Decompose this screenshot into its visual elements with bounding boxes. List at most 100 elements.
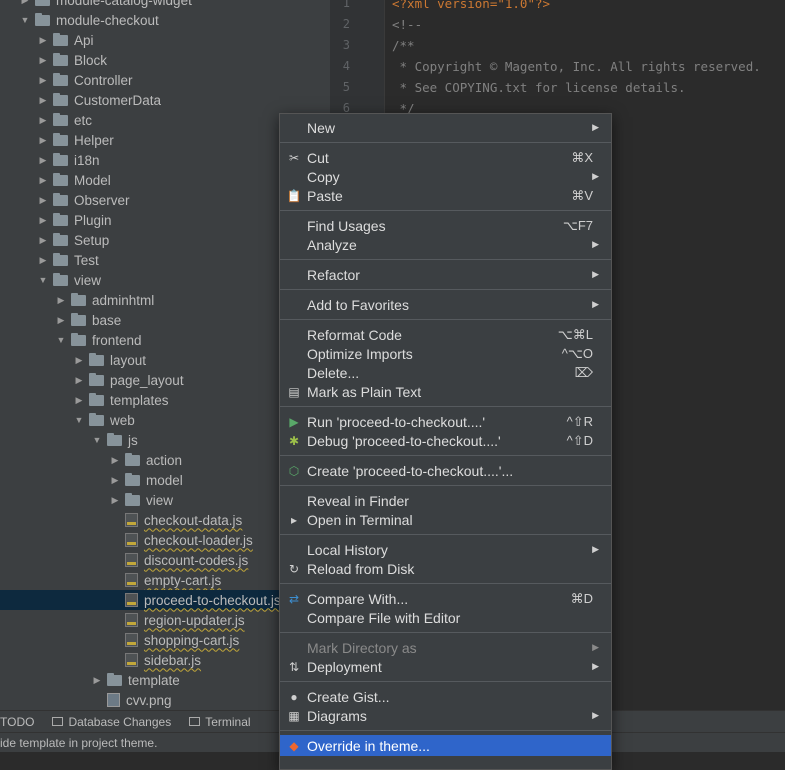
menu-item-reload-from-disk[interactable]: ↻ Reload from Disk <box>280 559 611 578</box>
javascript-file-icon <box>125 573 138 587</box>
folder-icon <box>125 452 140 466</box>
collapsed-arrow-icon[interactable]: ▶ <box>36 135 50 146</box>
collapsed-arrow-icon[interactable]: ▶ <box>36 215 50 226</box>
javascript-file-icon <box>125 613 138 627</box>
collapsed-arrow-icon[interactable]: ▶ <box>36 35 50 46</box>
menu-item-compare-with[interactable]: ⇄ Compare With... ⌘D <box>280 589 611 608</box>
submenu-arrow-icon: ▶ <box>592 171 599 181</box>
menu-item-open-in-terminal[interactable]: ▸ Open in Terminal <box>280 510 611 529</box>
folder-icon <box>71 332 86 346</box>
collapsed-arrow-icon[interactable]: ▶ <box>36 175 50 186</box>
collapsed-arrow-icon[interactable]: ▶ <box>54 315 68 326</box>
menu-item-label: Override in theme... <box>307 737 430 754</box>
database-changes-tool-button[interactable]: Database Changes <box>52 715 171 729</box>
collapsed-arrow-icon[interactable]: ▶ <box>36 235 50 246</box>
nodejs-icon: ⬡ <box>288 463 300 478</box>
menu-item-copy[interactable]: Copy ▶ <box>280 167 611 186</box>
collapsed-arrow-icon[interactable]: ▶ <box>36 255 50 266</box>
collapsed-arrow-icon[interactable]: ▶ <box>36 195 50 206</box>
expanded-arrow-icon[interactable]: ▼ <box>36 275 50 285</box>
folder-icon <box>71 312 86 326</box>
tree-folder-item[interactable]: ▼ module-checkout <box>0 10 330 30</box>
menu-item-analyze[interactable]: Analyze ▶ <box>280 235 611 254</box>
collapsed-arrow-icon[interactable]: ▶ <box>72 395 86 406</box>
collapsed-arrow-icon[interactable]: ▶ <box>108 475 122 486</box>
menu-item-diagrams[interactable]: ▦ Diagrams ▶ <box>280 706 611 725</box>
expanded-arrow-icon[interactable]: ▼ <box>54 335 68 345</box>
menu-item-mark-as-plain-text[interactable]: ▤ Mark as Plain Text <box>280 382 611 401</box>
menu-item-paste[interactable]: 📋 Paste ⌘V <box>280 186 611 205</box>
submenu-arrow-icon: ▶ <box>592 299 599 309</box>
todo-label: TODO <box>0 714 35 729</box>
collapsed-arrow-icon[interactable]: ▶ <box>108 495 122 506</box>
menu-item-find-usages[interactable]: Find Usages ⌥F7 <box>280 216 611 235</box>
collapsed-arrow-icon[interactable]: ▶ <box>108 455 122 466</box>
menu-item-deployment[interactable]: ⇅ Deployment ▶ <box>280 657 611 676</box>
menu-item-label: Debug 'proceed-to-checkout....' <box>307 432 501 449</box>
menu-item-cut[interactable]: ✂ Cut ⌘X <box>280 148 611 167</box>
menu-item-override-in-theme[interactable]: ◆ Override in theme... <box>280 735 611 756</box>
menu-item-reformat-code[interactable]: Reformat Code ⌥⌘L <box>280 325 611 344</box>
menu-item-label: Run 'proceed-to-checkout....' <box>307 413 486 430</box>
expanded-arrow-icon[interactable]: ▼ <box>90 435 104 445</box>
deployment-icon: ⇅ <box>288 659 300 674</box>
collapsed-arrow-icon[interactable]: ▶ <box>36 115 50 126</box>
expanded-arrow-icon[interactable]: ▼ <box>18 15 32 25</box>
menu-item-debug-proceed-to-checkout[interactable]: ✱ Debug 'proceed-to-checkout....' ^⇧D <box>280 431 611 450</box>
menu-item-run-proceed-to-checkout[interactable]: ▶ Run 'proceed-to-checkout....' ^⇧R <box>280 412 611 431</box>
menu-item-reveal-in-finder[interactable]: Reveal in Finder <box>280 491 611 510</box>
menu-separator <box>280 534 611 535</box>
tree-folder-item[interactable]: ▶ module-catalog-widget <box>0 0 330 10</box>
menu-item-label: Open in Terminal <box>307 511 413 528</box>
javascript-file-icon <box>125 633 138 647</box>
tree-folder-item[interactable]: ▶ Block <box>0 50 330 70</box>
menu-item-label: Create Gist... <box>307 688 390 705</box>
collapsed-arrow-icon[interactable]: ▶ <box>90 675 104 686</box>
diagrams-icon: ▦ <box>288 708 300 723</box>
collapsed-arrow-icon[interactable]: ▶ <box>72 355 86 366</box>
code-token: * See COPYING.txt for license details. <box>392 80 686 95</box>
folder-icon <box>53 52 68 66</box>
tree-folder-item[interactable]: ▶ Api <box>0 30 330 50</box>
menu-item-optimize-imports[interactable]: Optimize Imports ^⌥O <box>280 344 611 363</box>
expanded-arrow-icon[interactable]: ▼ <box>72 415 86 425</box>
collapsed-arrow-icon[interactable]: ▶ <box>36 75 50 86</box>
menu-item-shortcut: ⌘V <box>571 187 593 203</box>
menu-item-refactor[interactable]: Refactor ▶ <box>280 265 611 284</box>
tree-folder-item[interactable]: ▶ Controller <box>0 70 330 90</box>
menu-item-delete[interactable]: Delete... ⌦ <box>280 363 611 382</box>
menu-item-new[interactable]: New ▶ <box>280 118 611 137</box>
tree-folder-item[interactable]: ▶ CustomerData <box>0 90 330 110</box>
menu-item-label: Paste <box>307 187 343 204</box>
menu-item-compare-file-with-editor[interactable]: Compare File with Editor <box>280 608 611 627</box>
menu-item-add-to-favorites[interactable]: Add to Favorites ▶ <box>280 295 611 314</box>
menu-item-create-proceed-to-checkout[interactable]: ⬡ Create 'proceed-to-checkout....'... <box>280 461 611 480</box>
tree-item-label: cvv.png <box>126 692 172 708</box>
tree-item-label: module-catalog-widget <box>56 0 192 8</box>
tree-item-label: Test <box>74 252 99 268</box>
terminal-tool-button[interactable]: Terminal <box>189 715 251 729</box>
collapsed-arrow-icon[interactable]: ▶ <box>36 95 50 106</box>
todo-tool-button[interactable]: TODO <box>0 715 34 729</box>
collapsed-arrow-icon[interactable]: ▶ <box>54 295 68 306</box>
tree-item-label: checkout-data.js <box>144 512 243 528</box>
menu-item-create-gist[interactable]: ● Create Gist... <box>280 687 611 706</box>
menu-item-label: Cut <box>307 149 329 166</box>
paste-icon: 📋 <box>286 188 302 203</box>
javascript-file-icon <box>125 653 138 667</box>
tree-item-label: Model <box>74 172 111 188</box>
menu-item-label: Mark Directory as <box>307 639 417 656</box>
menu-item-label: Optimize Imports <box>307 345 413 362</box>
cut-icon: ✂ <box>288 150 300 165</box>
javascript-file-icon <box>125 513 138 527</box>
code-line: * Copyright © Magento, Inc. All rights r… <box>392 56 785 77</box>
menu-item-local-history[interactable]: Local History ▶ <box>280 540 611 559</box>
submenu-arrow-icon: ▶ <box>592 661 599 671</box>
menu-item-label: New <box>307 119 336 136</box>
collapsed-arrow-icon[interactable]: ▶ <box>36 55 50 66</box>
collapsed-arrow-icon[interactable]: ▶ <box>72 375 86 386</box>
collapsed-arrow-icon[interactable]: ▶ <box>18 0 32 6</box>
submenu-arrow-icon: ▶ <box>592 642 599 652</box>
collapsed-arrow-icon[interactable]: ▶ <box>36 155 50 166</box>
folder-icon <box>53 252 68 266</box>
